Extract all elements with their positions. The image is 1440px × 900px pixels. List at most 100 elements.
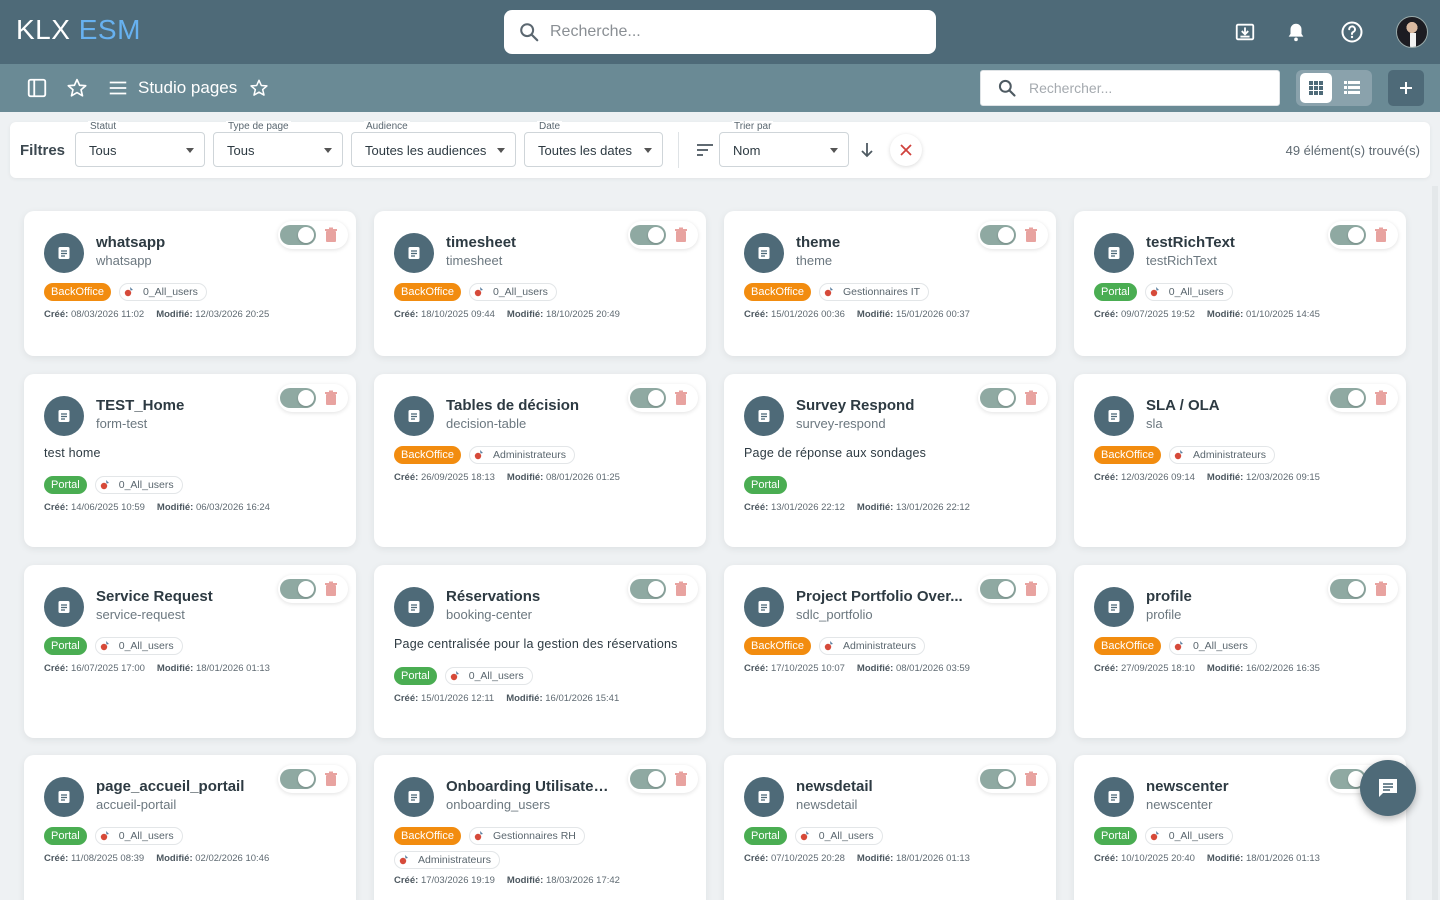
active-toggle[interactable] xyxy=(630,769,666,789)
audience-filter[interactable]: Audience Toutes les audiences xyxy=(351,121,516,167)
trash-icon[interactable] xyxy=(1024,771,1040,787)
card-title[interactable]: Survey Respond xyxy=(796,397,914,414)
card-title[interactable]: testRichText xyxy=(1146,234,1235,251)
grid-view-button[interactable] xyxy=(1300,73,1332,103)
sort-direction-button[interactable] xyxy=(852,135,882,165)
page-card[interactable]: Réservations booking-center Page centralis… xyxy=(374,565,706,738)
trash-icon[interactable] xyxy=(324,771,340,787)
trash-icon[interactable] xyxy=(324,227,340,243)
card-actions xyxy=(278,575,348,603)
trash-icon[interactable] xyxy=(1374,227,1390,243)
page-card[interactable]: Service Request service-request Portal 0_Al… xyxy=(24,565,356,738)
page-title: Studio pages xyxy=(138,78,238,97)
trash-icon[interactable] xyxy=(1024,581,1040,597)
page-card[interactable]: timesheet timesheet BackOffice 0_All_users C… xyxy=(374,211,706,356)
active-toggle[interactable] xyxy=(630,579,666,599)
card-title[interactable]: Réservations xyxy=(446,588,540,605)
trash-icon[interactable] xyxy=(324,581,340,597)
page-card[interactable]: TEST_Home form-test test home Portal 0_All_u… xyxy=(24,374,356,547)
bell-icon[interactable] xyxy=(1282,18,1310,46)
page-card[interactable]: profile profile BackOffice 0_All_users Créé:… xyxy=(1074,565,1406,738)
active-toggle[interactable] xyxy=(1330,225,1366,245)
card-title[interactable]: SLA / OLA xyxy=(1146,397,1220,414)
card-title[interactable]: theme xyxy=(796,234,840,251)
page-card[interactable]: Survey Respond survey-respond Page de répo… xyxy=(724,374,1056,547)
global-search-input[interactable] xyxy=(550,23,910,41)
card-title[interactable]: Onboarding Utilisateurs xyxy=(446,778,614,795)
active-toggle[interactable] xyxy=(630,388,666,408)
active-toggle[interactable] xyxy=(280,769,316,789)
page-card[interactable]: Onboarding Utilisateurs onboarding_users B… xyxy=(374,755,706,900)
card-slug: newsdetail xyxy=(796,797,858,812)
trash-icon[interactable] xyxy=(1374,390,1390,406)
page-card[interactable]: SLA / OLA sla BackOffice Administrateurs Cré… xyxy=(1074,374,1406,547)
active-toggle[interactable] xyxy=(1330,579,1366,599)
global-search[interactable] xyxy=(504,10,936,54)
active-toggle[interactable] xyxy=(280,225,316,245)
active-toggle[interactable] xyxy=(630,225,666,245)
card-title[interactable]: profile xyxy=(1146,588,1192,605)
page-search[interactable] xyxy=(980,70,1280,106)
page-card[interactable]: newscenter newscenter Portal 0_All_users Cré… xyxy=(1074,755,1406,900)
modified-label: Modifié: xyxy=(156,309,193,320)
audience-chip: Administrateurs xyxy=(394,851,500,869)
card-slug: service-request xyxy=(96,607,185,622)
active-toggle[interactable] xyxy=(1330,388,1366,408)
page-card[interactable]: whatsapp whatsapp BackOffice 0_All_users Cré… xyxy=(24,211,356,356)
page-search-input[interactable] xyxy=(1029,80,1269,96)
download-icon[interactable] xyxy=(1231,18,1259,46)
active-toggle[interactable] xyxy=(280,388,316,408)
user-avatar[interactable] xyxy=(1396,16,1428,48)
card-title[interactable]: whatsapp xyxy=(96,234,165,251)
audience-icon xyxy=(824,641,833,651)
trash-icon[interactable] xyxy=(674,390,690,406)
card-title[interactable]: newscenter xyxy=(1146,778,1229,795)
trash-icon[interactable] xyxy=(1024,390,1040,406)
trash-icon[interactable] xyxy=(674,227,690,243)
sidebar-toggle-icon[interactable] xyxy=(23,74,51,102)
active-toggle[interactable] xyxy=(280,579,316,599)
card-title[interactable]: Tables de décision xyxy=(446,397,579,414)
trash-icon[interactable] xyxy=(674,771,690,787)
card-title[interactable]: Service Request xyxy=(96,588,213,605)
trash-icon[interactable] xyxy=(1374,581,1390,597)
page-card[interactable]: newsdetail newsdetail Portal 0_All_users Cré… xyxy=(724,755,1056,900)
card-title[interactable]: TEST_Home xyxy=(96,397,184,414)
page-card[interactable]: Tables de décision decision-table BackOffi… xyxy=(374,374,706,547)
active-toggle[interactable] xyxy=(980,388,1016,408)
dropdown-arrow-icon xyxy=(830,148,838,153)
active-toggle[interactable] xyxy=(980,225,1016,245)
page-favorite-star-icon[interactable] xyxy=(245,74,273,102)
date-filter[interactable]: Date Toutes les dates xyxy=(524,121,663,167)
clear-filters-button[interactable] xyxy=(890,134,922,166)
page-card[interactable]: Project Portfolio Over... sdlc_portfolio B… xyxy=(724,565,1056,738)
page-type-filter[interactable]: Type de page Tous xyxy=(213,121,343,167)
active-toggle[interactable] xyxy=(980,579,1016,599)
app-logo[interactable]: KLX ESM xyxy=(16,14,141,46)
trash-icon[interactable] xyxy=(1024,227,1040,243)
add-page-button[interactable] xyxy=(1388,70,1424,106)
favorites-star-icon[interactable] xyxy=(63,74,91,102)
card-actions xyxy=(978,575,1048,603)
created-date: 13/01/2026 22:12 xyxy=(770,502,845,513)
audience-chip-label: 0_All_users xyxy=(143,286,198,298)
list-view-button[interactable] xyxy=(1336,73,1368,103)
menu-icon[interactable] xyxy=(104,74,132,102)
plus-icon xyxy=(1400,82,1412,94)
scrollbar[interactable] xyxy=(1432,186,1438,900)
card-title[interactable]: page_accueil_portail xyxy=(96,778,244,795)
card-title[interactable]: newsdetail xyxy=(796,778,873,795)
search-icon xyxy=(998,79,1016,97)
trash-icon[interactable] xyxy=(674,581,690,597)
status-filter[interactable]: Statut Tous xyxy=(75,121,205,167)
page-card[interactable]: page_accueil_portail accueil-portail Porta… xyxy=(24,755,356,900)
chat-button[interactable] xyxy=(1360,760,1416,816)
trash-icon[interactable] xyxy=(324,390,340,406)
page-card[interactable]: theme theme BackOffice Gestionnaires IT Créé… xyxy=(724,211,1056,356)
help-icon[interactable] xyxy=(1338,18,1366,46)
sort-by-select[interactable]: Trier par Nom xyxy=(719,121,849,167)
card-title[interactable]: Project Portfolio Over... xyxy=(796,588,963,605)
page-card[interactable]: testRichText testRichText Portal 0_All_user… xyxy=(1074,211,1406,356)
card-title[interactable]: timesheet xyxy=(446,234,516,251)
active-toggle[interactable] xyxy=(980,769,1016,789)
